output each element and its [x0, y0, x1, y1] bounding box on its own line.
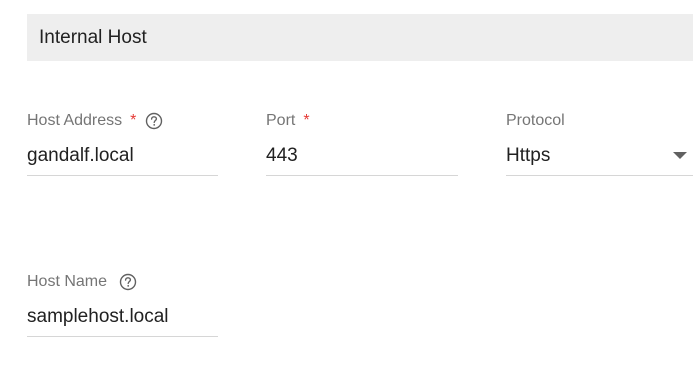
protocol-selected-value[interactable]: Https — [506, 145, 550, 167]
host-address-label: Host Address — [27, 112, 123, 129]
port-label-row: Port * — [266, 111, 310, 131]
protocol-label: Protocol — [506, 112, 565, 129]
protocol-label-row: Protocol — [506, 111, 565, 131]
help-icon[interactable] — [145, 112, 163, 130]
port-underline — [266, 175, 458, 176]
protocol-underline — [506, 175, 693, 176]
host-name-input[interactable]: samplehost.local — [27, 306, 169, 328]
port-label: Port — [266, 112, 296, 129]
protocol-select[interactable]: Protocol Https — [506, 111, 693, 177]
section-header: Internal Host — [27, 14, 693, 61]
host-address-label-row: Host Address * — [27, 111, 163, 131]
host-address-underline — [27, 175, 218, 176]
port-field[interactable]: Port * 443 — [266, 111, 458, 177]
port-input[interactable]: 443 — [266, 145, 298, 167]
host-address-field[interactable]: Host Address * gandalf.local — [27, 111, 218, 177]
required-marker: * — [130, 112, 137, 129]
required-marker: * — [303, 112, 310, 129]
host-name-label: Host Name — [27, 273, 108, 290]
help-icon[interactable] — [119, 273, 137, 291]
section-title: Internal Host — [39, 26, 147, 48]
host-name-underline — [27, 336, 218, 337]
host-name-field[interactable]: Host Name samplehost.local — [27, 272, 218, 338]
chevron-down-icon[interactable] — [673, 152, 687, 159]
host-address-input[interactable]: gandalf.local — [27, 145, 134, 167]
host-name-label-row: Host Name — [27, 272, 137, 292]
